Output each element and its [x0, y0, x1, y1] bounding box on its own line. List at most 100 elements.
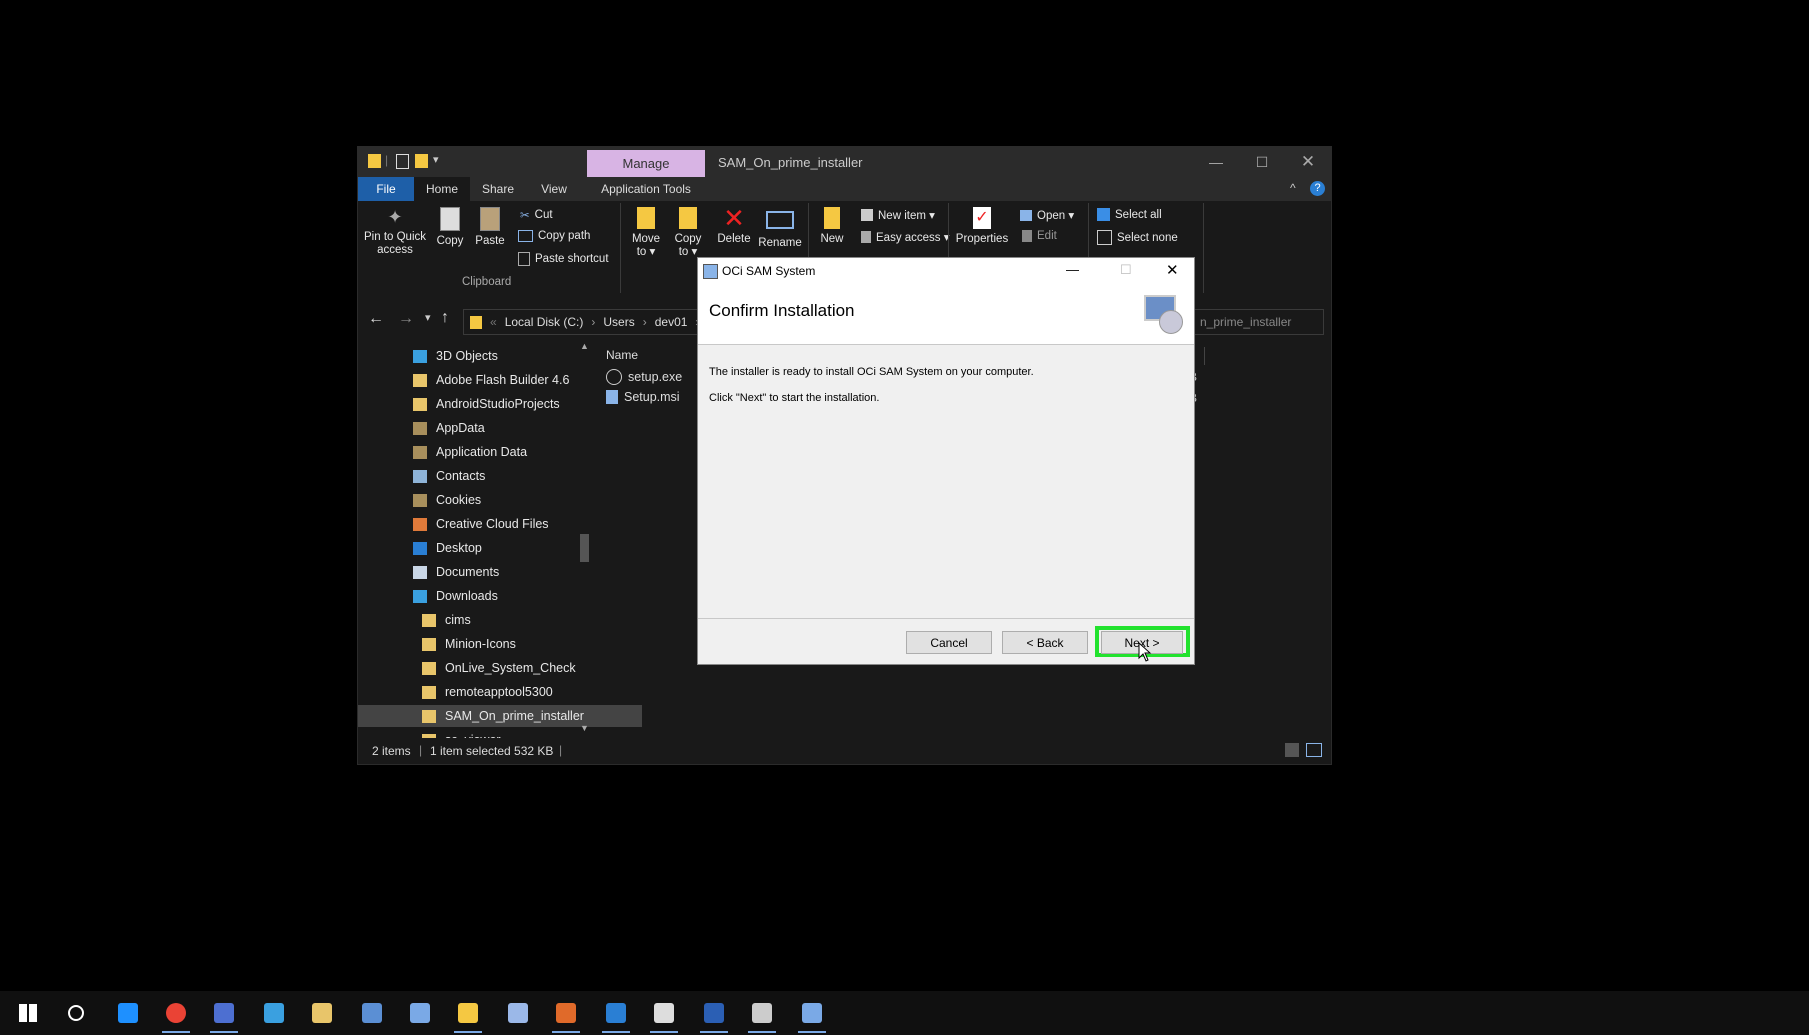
up-arrow-icon[interactable]: ↑	[441, 309, 449, 327]
tree-item[interactable]: 3D Objects	[413, 345, 498, 367]
file-row-setup-exe[interactable]: setup.exe	[606, 369, 682, 385]
search-icon[interactable]	[56, 997, 96, 1029]
tree-item[interactable]: Creative Cloud Files	[413, 513, 549, 535]
folder-icon	[422, 709, 436, 723]
start-icon[interactable]	[8, 997, 48, 1029]
properties-button[interactable]: ✓ Properties	[954, 207, 1010, 246]
recent-locations-icon[interactable]: ▾	[425, 311, 431, 324]
remote-desktop-icon[interactable]	[400, 997, 440, 1029]
move-to-button[interactable]: Move to ▾	[626, 207, 666, 259]
tab-file[interactable]: File	[358, 177, 414, 201]
maximize-button[interactable]: ☐	[1240, 151, 1284, 173]
office-icon[interactable]	[546, 997, 586, 1033]
new-item-button[interactable]: New item ▾	[861, 208, 935, 222]
scrollbar-thumb[interactable]	[580, 534, 589, 562]
breadcrumb-users[interactable]: Users	[603, 315, 634, 329]
msi-icon	[606, 390, 618, 404]
separator: |	[385, 153, 389, 167]
dialog-message-line-2: Click "Next" to start the installation.	[709, 392, 880, 404]
edit-button[interactable]: Edit	[1022, 230, 1057, 242]
properties-quick-icon[interactable]	[396, 154, 409, 169]
pin-to-quick-access-button[interactable]: ✦ Pin to Quick access	[362, 207, 428, 257]
folder-icon	[422, 661, 436, 675]
tree-item[interactable]: Documents	[413, 561, 499, 583]
tab-view[interactable]: View	[526, 177, 582, 201]
tree-item[interactable]: AppData	[413, 417, 485, 439]
tree-item-label: OnLive_System_Check	[445, 661, 576, 675]
dialog-divider	[698, 618, 1194, 619]
tree-item[interactable]: cims	[422, 609, 471, 631]
oci-icon[interactable]	[596, 997, 636, 1033]
back-button[interactable]: < Back	[1002, 631, 1088, 654]
tree-item[interactable]: Contacts	[413, 465, 485, 487]
tree-item[interactable]: remoteapptool5300	[422, 681, 553, 703]
new-folder-button[interactable]: New	[814, 207, 850, 246]
tree-item[interactable]: Adobe Flash Builder 4.6	[413, 369, 569, 391]
tree-item[interactable]: Application Data	[413, 441, 527, 463]
network-icon[interactable]	[254, 997, 294, 1029]
installer-icon[interactable]	[792, 997, 832, 1033]
forward-arrow-icon[interactable]: →	[398, 310, 414, 328]
tab-home[interactable]: Home	[414, 177, 470, 201]
delete-button[interactable]: ✕ Delete	[714, 205, 754, 246]
chrome-icon[interactable]	[156, 997, 196, 1033]
edge-icon[interactable]	[108, 997, 148, 1029]
search-input[interactable]: n_prime_installer	[1193, 309, 1324, 335]
easy-access-button[interactable]: Easy access ▾	[861, 230, 950, 244]
breadcrumb-local-disk[interactable]: Local Disk (C:)	[505, 315, 584, 329]
file-row-setup-msi[interactable]: Setup.msi	[606, 390, 680, 404]
manage-tab[interactable]: Manage	[587, 150, 705, 177]
password-manager-icon[interactable]	[204, 997, 244, 1033]
paste-shortcut-button[interactable]: Paste shortcut	[518, 252, 609, 266]
task-manager-icon[interactable]	[352, 997, 392, 1029]
dialog-close-button[interactable]: ✕	[1166, 261, 1179, 279]
scroll-down-icon[interactable]: ▼	[580, 723, 589, 733]
tree-scrollbar[interactable]: ▲ ▼	[578, 339, 591, 737]
minimize-button[interactable]: —	[1194, 151, 1238, 173]
details-view-icon[interactable]	[1285, 743, 1299, 757]
breadcrumb-dev01[interactable]: dev01	[655, 315, 688, 329]
select-all-button[interactable]: Select all	[1097, 208, 1162, 221]
column-divider[interactable]	[1204, 347, 1205, 365]
tree-item[interactable]: Downloads	[413, 585, 498, 607]
collapse-ribbon-icon[interactable]: ^	[1290, 181, 1296, 195]
tab-share[interactable]: Share	[470, 177, 526, 201]
dialog-maximize-button[interactable]: ☐	[1120, 262, 1132, 278]
close-button[interactable]: ✕	[1286, 151, 1330, 173]
tree-item[interactable]: OnLive_System_Check	[422, 657, 576, 679]
tree-item-label: 3D Objects	[436, 349, 498, 363]
tree-item[interactable]: AndroidStudioProjects	[413, 393, 560, 415]
word-icon[interactable]	[694, 997, 734, 1033]
tools-icon[interactable]	[302, 997, 342, 1029]
paint-icon[interactable]	[498, 997, 538, 1029]
copy-button[interactable]: Copy	[430, 207, 470, 248]
large-icons-view-icon[interactable]	[1306, 743, 1322, 757]
tree-item[interactable]: Cookies	[413, 489, 481, 511]
cancel-button[interactable]: Cancel	[906, 631, 992, 654]
help-icon[interactable]: ?	[1310, 181, 1325, 196]
address-bar[interactable]: « Local Disk (C:) › Users › dev01 ›	[463, 309, 711, 335]
outlook-icon[interactable]	[742, 997, 782, 1033]
open-button[interactable]: Open ▾	[1020, 208, 1074, 222]
copy-path-button[interactable]: Copy path	[518, 230, 590, 242]
pin-icon: ✦	[387, 207, 403, 227]
window-title: SAM_On_prime_installer	[718, 155, 863, 170]
tab-application-tools[interactable]: Application Tools	[587, 177, 705, 201]
cut-button[interactable]: ✂ Cut	[520, 208, 553, 222]
copy-to-button[interactable]: Copy to ▾	[668, 207, 708, 259]
installer-icon	[703, 264, 718, 279]
dialog-minimize-button[interactable]: —	[1066, 262, 1079, 277]
column-header-name[interactable]: Name	[606, 348, 638, 362]
scroll-up-icon[interactable]: ▲	[580, 341, 589, 351]
quick-access-dropdown-icon[interactable]: ▾	[433, 153, 439, 166]
acrobat-icon[interactable]	[644, 997, 684, 1033]
folder-icon	[470, 315, 482, 329]
select-none-button[interactable]: Select none	[1097, 230, 1178, 245]
back-arrow-icon[interactable]: ←	[368, 310, 384, 328]
rename-button[interactable]: Rename	[758, 207, 802, 250]
paste-button[interactable]: Paste	[470, 207, 510, 248]
tree-item[interactable]: Desktop	[413, 537, 482, 559]
file-explorer-icon[interactable]	[448, 997, 488, 1033]
tree-item[interactable]: Minion-Icons	[422, 633, 516, 655]
new-folder-quick-icon[interactable]	[415, 154, 428, 168]
